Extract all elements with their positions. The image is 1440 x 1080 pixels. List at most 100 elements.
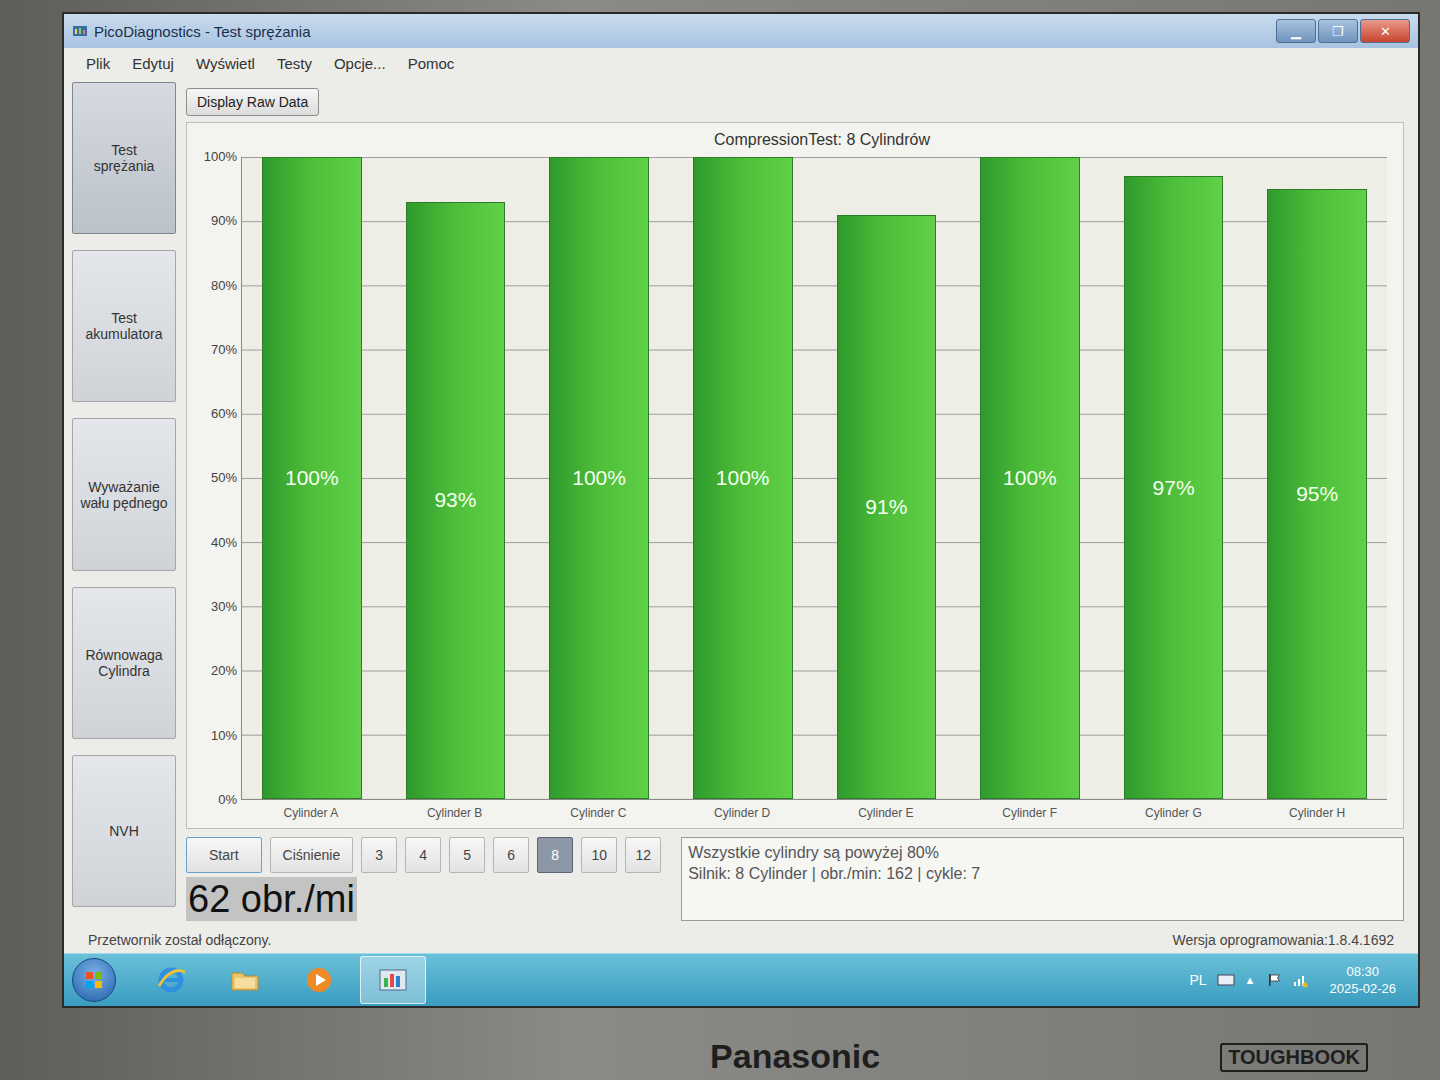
bar[interactable]: 95% <box>1267 189 1367 799</box>
clock[interactable]: 08:302025-02-26 <box>1330 963 1397 997</box>
x-label: Cylinder B <box>405 806 505 820</box>
menu-bar: Plik Edytuj Wyświetl Testy Opcje... Pomoc <box>64 48 1418 78</box>
status-bar: Przetwornik został odłączony.Wersja opro… <box>64 927 1418 953</box>
chart-panel: CompressionTest: 8 Cylindrów100%90%80%70… <box>186 122 1404 829</box>
y-tick: 0% <box>218 792 237 808</box>
cylinder-count-button[interactable]: 5 <box>449 837 485 873</box>
sidebar-item[interactable]: NVH <box>72 755 176 907</box>
bar-label: 100% <box>716 466 770 490</box>
y-tick: 10% <box>211 728 237 744</box>
bar-label: 91% <box>865 495 907 519</box>
bar[interactable]: 100% <box>549 157 649 799</box>
brand-label: Panasonic <box>710 1036 880 1076</box>
bar[interactable]: 100% <box>262 157 362 799</box>
bar-label: 100% <box>572 466 626 490</box>
y-tick: 70% <box>211 342 237 358</box>
sidebar: Test sprężania Test akumulatora Wyważanie … <box>72 82 176 927</box>
bar[interactable]: 97% <box>1124 176 1224 799</box>
main-area: Test sprężania Test akumulatora Wyważanie … <box>64 78 1418 927</box>
cylinder-count-button[interactable]: 4 <box>405 837 441 873</box>
bar-label: 93% <box>434 488 476 512</box>
language-indicator[interactable]: PL <box>1189 972 1206 988</box>
bar-column: 95% <box>1267 157 1367 799</box>
x-label: Cylinder G <box>1124 806 1224 820</box>
model-label: TOUGHBOOK <box>1220 1043 1368 1072</box>
window-controls: ▁❐✕ <box>1276 19 1410 43</box>
y-tick: 30% <box>211 599 237 615</box>
bar-column: 100% <box>693 157 793 799</box>
cylinder-count-button[interactable]: 8 <box>537 837 573 873</box>
window-control-button[interactable]: ✕ <box>1360 19 1410 43</box>
y-tick: 60% <box>211 406 237 422</box>
x-label: Cylinder H <box>1267 806 1367 820</box>
y-tick: 20% <box>211 663 237 679</box>
clock-date: 2025-02-26 <box>1330 980 1397 997</box>
version-label: Wersja oprogramowania:1.8.4.1692 <box>1172 932 1394 948</box>
toolbar: Display Raw Data <box>186 82 1404 122</box>
bar-label: 97% <box>1153 476 1195 500</box>
x-axis: Cylinder ACylinder BCylinder CCylinder D… <box>197 800 1387 820</box>
media-task-button[interactable] <box>286 956 352 1004</box>
cylinder-count-button[interactable]: 6 <box>493 837 529 873</box>
flag-icon[interactable] <box>1266 972 1282 988</box>
folder-task-button[interactable] <box>212 956 278 1004</box>
folder-icon <box>229 964 261 996</box>
chart-title: CompressionTest: 8 Cylindrów <box>197 123 1387 157</box>
x-label: Cylinder C <box>549 806 649 820</box>
menu-item[interactable]: Wyświetl <box>188 53 263 74</box>
taskbar: PL ▲ 08:302025-02-26 <box>64 953 1418 1006</box>
cylinder-count-button[interactable]: 12 <box>625 837 661 873</box>
content: Display Raw Data CompressionTest: 8 Cylin… <box>186 82 1404 927</box>
sidebar-item[interactable]: Wyważanie wału pędnego <box>72 418 176 570</box>
y-tick: 90% <box>211 213 237 229</box>
browser-task-button[interactable] <box>138 956 204 1004</box>
bar-column: 93% <box>406 157 506 799</box>
x-label: Cylinder F <box>980 806 1080 820</box>
show-hidden-icons-button[interactable]: ▲ <box>1245 974 1256 986</box>
network-icon[interactable] <box>1292 972 1308 988</box>
sidebar-item[interactable]: Test sprężania <box>72 82 176 234</box>
cylinder-count-button[interactable]: 3 <box>361 837 397 873</box>
x-label: Cylinder E <box>836 806 936 820</box>
sidebar-item[interactable]: Równowaga Cylindra <box>72 587 176 739</box>
bar-column: 91% <box>837 157 937 799</box>
bar[interactable]: 91% <box>837 215 937 799</box>
bar[interactable]: 100% <box>980 157 1080 799</box>
raw-data-button[interactable]: Display Raw Data <box>186 88 319 116</box>
y-tick: 100% <box>204 149 237 165</box>
menu-item[interactable]: Pomoc <box>400 53 463 74</box>
bar-column: 100% <box>262 157 362 799</box>
sidebar-item[interactable]: Test akumulatora <box>72 250 176 402</box>
menu-item[interactable]: Plik <box>78 53 118 74</box>
media-player-icon <box>303 964 335 996</box>
app-task-button[interactable] <box>360 956 426 1004</box>
pico-app-icon <box>377 964 409 996</box>
plot-area: 100% 93% 100% 100% 91% 100% 97% 95% <box>241 157 1387 800</box>
pressure-button[interactable]: Ciśnienie <box>270 837 354 873</box>
rpm-readout[interactable]: 62 obr./mi <box>186 877 357 921</box>
summary-line: Silnik: 8 Cylinder | obr./min: 162 | cyk… <box>688 863 1397 884</box>
y-tick: 50% <box>211 470 237 486</box>
app-icon <box>72 23 88 39</box>
bar[interactable]: 100% <box>693 157 793 799</box>
controls-area: StartCiśnienie345681012 62 obr./mi Wszystk… <box>186 829 1404 927</box>
keyboard-icon[interactable] <box>1217 973 1235 987</box>
summary-line: Wszystkie cylindry są powyżej 80% <box>688 842 1397 863</box>
menu-item[interactable]: Opcje... <box>326 53 394 74</box>
start-icon[interactable] <box>72 958 116 1002</box>
bar-label: 100% <box>1003 466 1057 490</box>
system-tray: PL ▲ 08:302025-02-26 <box>1189 963 1410 997</box>
bar-column: 100% <box>549 157 649 799</box>
cylinder-count-button[interactable]: 10 <box>581 837 617 873</box>
bar[interactable]: 93% <box>406 202 506 799</box>
browser-icon <box>155 964 187 996</box>
menu-item[interactable]: Edytuj <box>124 53 182 74</box>
start-button[interactable]: Start <box>186 837 262 873</box>
window-control-button[interactable]: ▁ <box>1276 19 1316 43</box>
bar-column: 97% <box>1124 157 1224 799</box>
bezel: Panasonic TOUGHBOOK <box>0 1008 1440 1080</box>
menu-item[interactable]: Testy <box>269 53 320 74</box>
bar-column: 100% <box>980 157 1080 799</box>
screen: PicoDiagnostics - Test sprężania▁❐✕PlikE… <box>62 12 1420 1008</box>
window-control-button[interactable]: ❐ <box>1318 19 1358 43</box>
